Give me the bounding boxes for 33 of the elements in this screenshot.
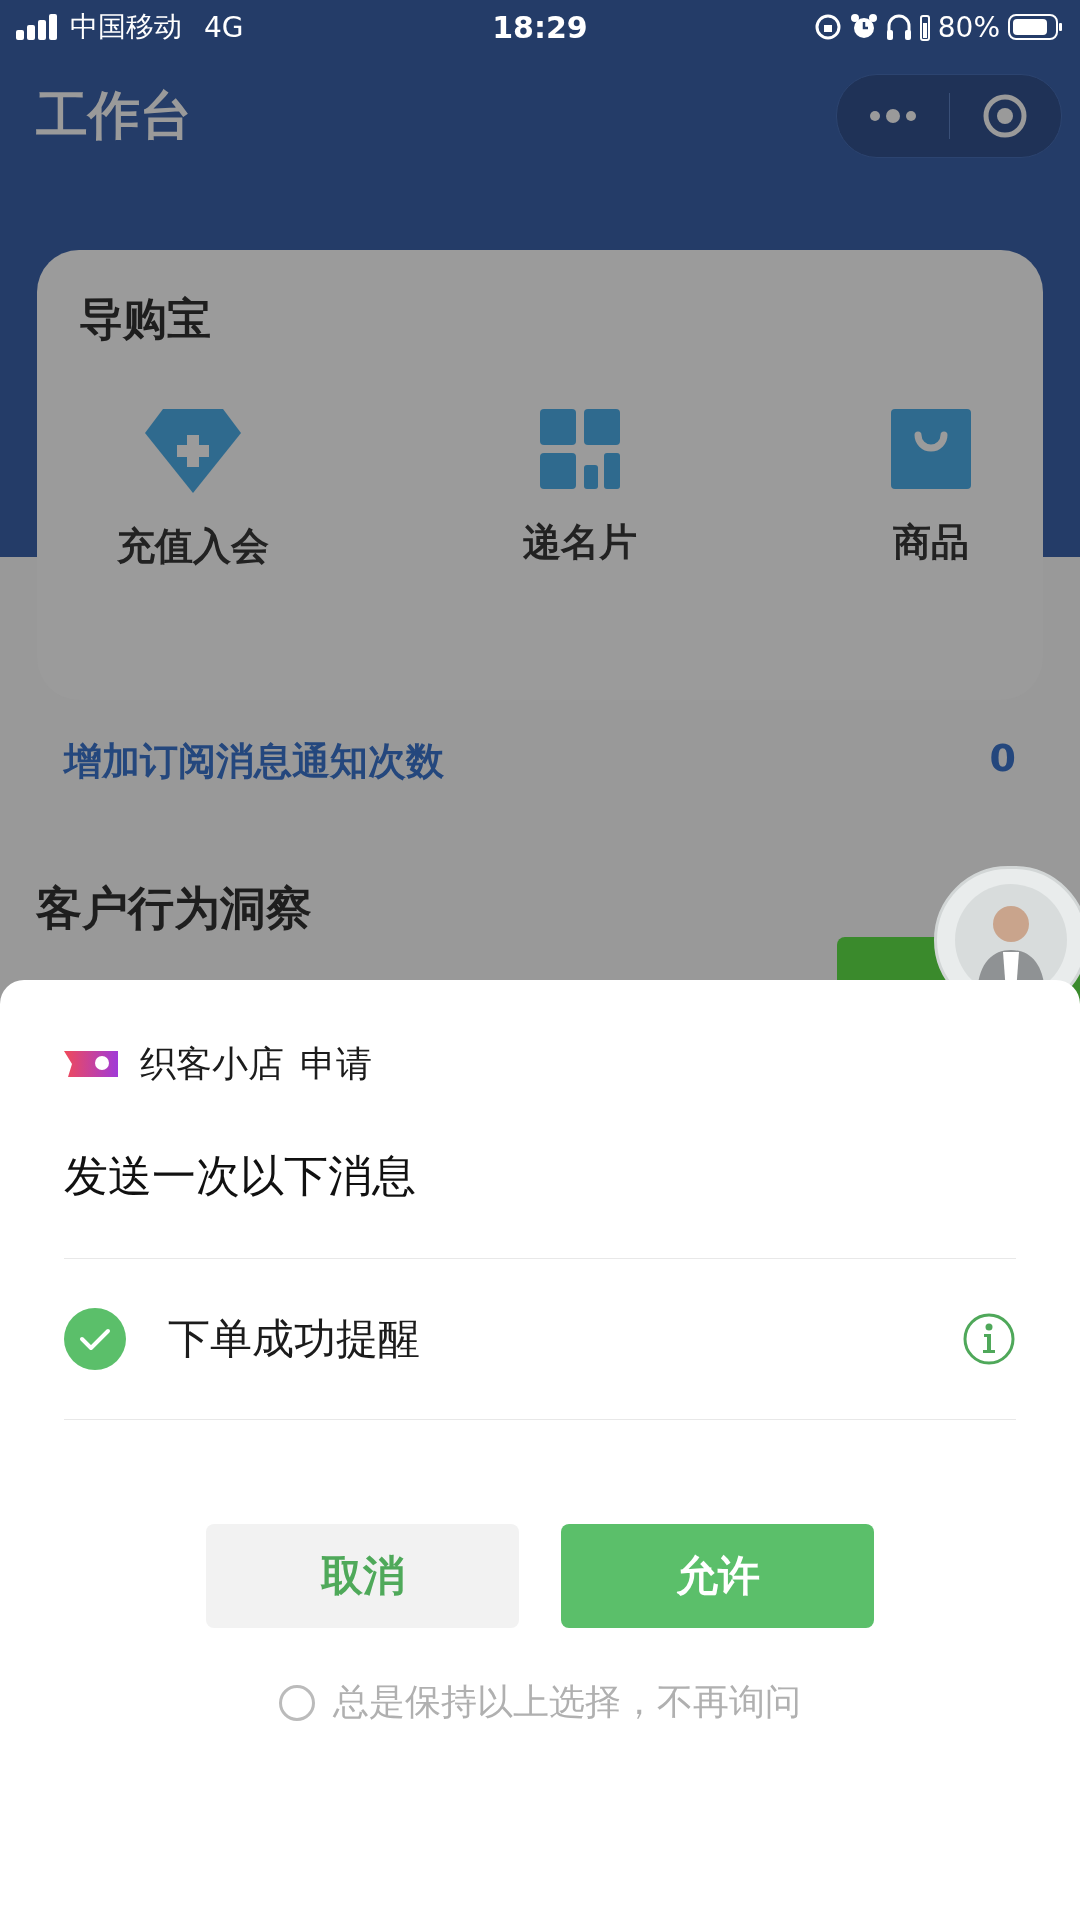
bag-icon[interactable] bbox=[891, 409, 971, 489]
grid-icon[interactable] bbox=[540, 409, 620, 489]
clock-time: 18:29 bbox=[491, 9, 589, 45]
network-type: 4G bbox=[204, 10, 244, 44]
action-label[interactable]: 充值入会 bbox=[117, 521, 269, 572]
section-title: 客户行为洞察 bbox=[36, 880, 312, 937]
remember-label[interactable]: 总是保持以上选择，不再询问 bbox=[333, 1678, 801, 1727]
rotation-lock-icon bbox=[813, 13, 842, 41]
subscribe-link[interactable]: 增加订阅消息通知次数 bbox=[64, 736, 444, 787]
request-label: 申请 bbox=[300, 1042, 372, 1086]
prompt-text: 发送一次以下消息 bbox=[64, 1147, 1016, 1259]
signal-icon bbox=[16, 14, 60, 40]
app-name: 织客小店 bbox=[140, 1042, 284, 1086]
cancel-button[interactable]: 取消 bbox=[206, 1524, 519, 1628]
action-label[interactable]: 递名片 bbox=[523, 517, 637, 568]
close-icon[interactable] bbox=[982, 93, 1029, 139]
radio-button[interactable] bbox=[279, 1684, 315, 1721]
checkmark-icon bbox=[78, 1326, 112, 1352]
allow-button[interactable]: 允许 bbox=[561, 1524, 874, 1628]
diamond-plus-icon[interactable] bbox=[145, 409, 241, 493]
battery-icon bbox=[1008, 13, 1064, 41]
option-label: 下单成功提醒 bbox=[168, 1313, 421, 1365]
charging-icon bbox=[919, 13, 930, 41]
subscribe-count: 0 bbox=[989, 736, 1016, 782]
carrier-name: 中国移动 bbox=[70, 9, 182, 45]
action-label[interactable]: 商品 bbox=[893, 517, 969, 568]
battery-percent: 80% bbox=[937, 10, 1000, 44]
headphones-icon bbox=[885, 13, 912, 41]
page-title: 工作台 bbox=[36, 84, 192, 147]
info-icon[interactable] bbox=[962, 1312, 1016, 1366]
more-icon[interactable] bbox=[867, 108, 918, 124]
card-title: 导购宝 bbox=[79, 292, 212, 346]
alarm-icon bbox=[849, 13, 878, 41]
